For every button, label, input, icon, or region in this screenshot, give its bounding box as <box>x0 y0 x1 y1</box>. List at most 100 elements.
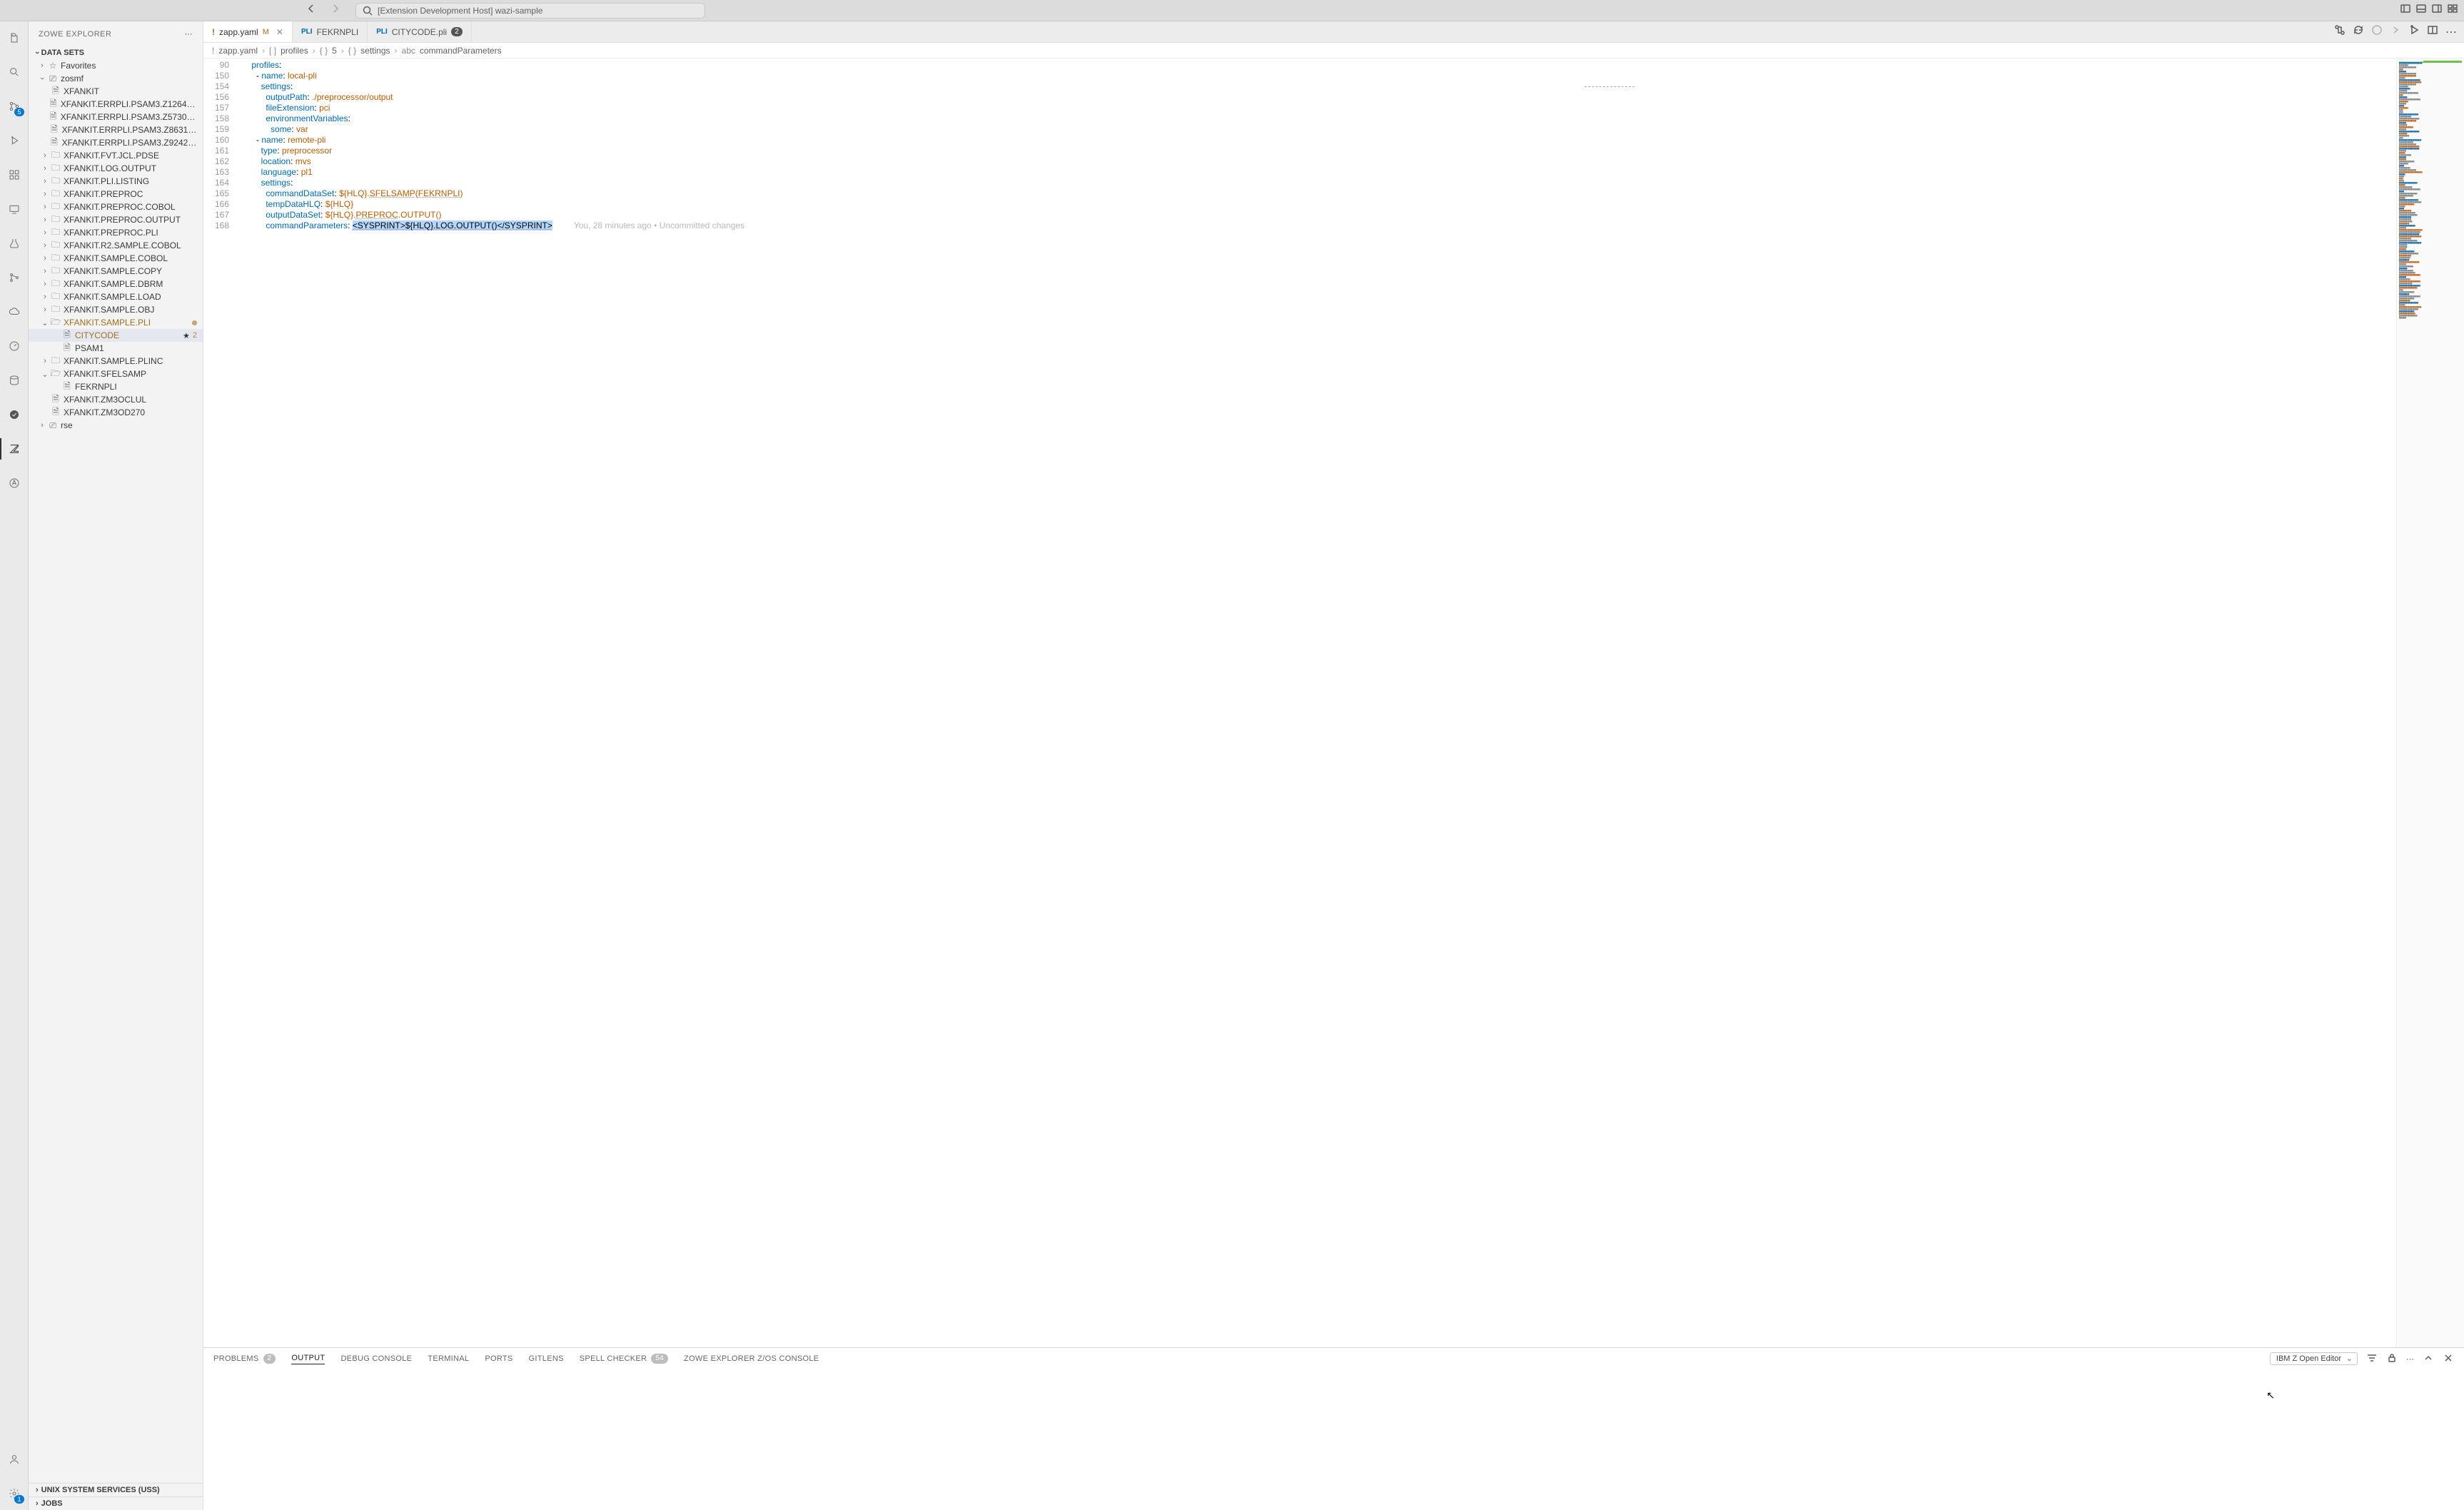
tree-item[interactable]: ⌄🗁XFANKIT.SAMPLE.PLI <box>29 316 203 329</box>
activity-testing-icon[interactable] <box>0 233 29 254</box>
editor-tab[interactable]: PLICITYCODE.pli2 <box>368 21 471 42</box>
tree-item[interactable]: 🗎XFANKIT.ERRPLI.PSAM3.Z924287... <box>29 136 203 149</box>
tree-item[interactable]: ›🗀XFANKIT.PREPROC.COBOL <box>29 201 203 213</box>
breadcrumb-item[interactable]: commandParameters <box>420 46 502 56</box>
tree-item[interactable]: ›🗀XFANKIT.SAMPLE.OBJ <box>29 303 203 316</box>
layout-bottom-icon[interactable] <box>2415 3 2427 18</box>
debug-run-icon[interactable] <box>2408 24 2420 39</box>
panel-tab-ports[interactable]: PORTS <box>485 1354 513 1363</box>
output-body[interactable]: ↖ <box>203 1369 2464 1510</box>
tree-item[interactable]: ›🗀XFANKIT.PREPROC.PLI <box>29 226 203 239</box>
breadcrumb-item[interactable]: zapp.yaml <box>218 46 258 56</box>
tree-item[interactable]: ›🗀XFANKIT.LOG.OUTPUT <box>29 162 203 175</box>
layout-right-icon[interactable] <box>2431 3 2443 18</box>
panel-tab-terminal[interactable]: TERMINAL <box>428 1354 469 1363</box>
lock-icon[interactable] <box>2386 1352 2398 1366</box>
tree-item[interactable]: 🗎XFANKIT.ZM3OD270 <box>29 406 203 419</box>
close-icon[interactable]: ✕ <box>276 27 283 37</box>
activity-extensions-icon[interactable] <box>0 164 29 186</box>
chevron-right-icon <box>36 1486 39 1494</box>
editor-tab[interactable]: !zapp.yamlM✕ <box>203 21 293 42</box>
layout-customize-icon[interactable] <box>2447 3 2458 18</box>
activity-db-icon[interactable] <box>0 370 29 391</box>
close-panel-icon[interactable] <box>2443 1352 2454 1366</box>
toggle-changes-icon[interactable] <box>2353 24 2364 39</box>
activity-search-icon[interactable] <box>0 61 29 83</box>
tab-more-icon[interactable]: ⋯ <box>2445 25 2457 39</box>
breadcrumb-item[interactable]: settings <box>360 46 390 56</box>
filter-icon[interactable] <box>2366 1352 2378 1366</box>
command-center[interactable]: [Extension Development Host] wazi-sample <box>355 3 705 19</box>
tree-item[interactable]: ›🗀XFANKIT.FVT.JCL.PDSE <box>29 149 203 162</box>
panel-tab-debug[interactable]: DEBUG CONSOLE <box>340 1354 412 1363</box>
tree-item[interactable]: ›🗀XFANKIT.SAMPLE.COPY <box>29 265 203 278</box>
profile-icon: ⎚ <box>47 420 59 431</box>
folder-open-icon: 🗁 <box>50 315 61 330</box>
section-jobs[interactable]: JOBS <box>29 1496 203 1510</box>
maximize-panel-icon[interactable] <box>2423 1352 2434 1366</box>
tree-item[interactable]: 🗎FEKRNPLI <box>29 380 203 393</box>
activity-git-graph-icon[interactable] <box>0 267 29 288</box>
tree-favorites[interactable]: › ☆ Favorites <box>29 59 203 72</box>
tree-item[interactable]: ›🗀XFANKIT.PREPROC <box>29 188 203 201</box>
tree-item[interactable]: 🗎XFANKIT.ERRPLI.PSAM3.Z863183... <box>29 123 203 136</box>
activity-cloud-icon[interactable] <box>0 301 29 323</box>
tree-item[interactable]: 🗎XFANKIT.ERRPLI.PSAM3.Z573011.X... <box>29 111 203 123</box>
activity-zowe-icon[interactable] <box>0 438 29 460</box>
tree-profile[interactable]: ⎚ zosmf <box>29 72 203 85</box>
tree-item[interactable]: ›🗀XFANKIT.SAMPLE.DBRM <box>29 278 203 290</box>
sidebar-more-icon[interactable]: ⋯ <box>185 29 193 39</box>
tree-item[interactable]: 🗎PSAM1 <box>29 342 203 355</box>
activity-check-icon[interactable] <box>0 404 29 425</box>
editor[interactable]: 90 profiles:150 - name: local-pli154 set… <box>203 59 2396 1347</box>
activity-a-icon[interactable] <box>0 472 29 494</box>
panel-tab-spell[interactable]: SPELL CHECKER 54 <box>580 1354 668 1364</box>
tree-item[interactable]: ›🗀XFANKIT.SAMPLE.LOAD <box>29 290 203 303</box>
activity-settings-icon[interactable]: 1 <box>0 1483 29 1504</box>
section-datasets[interactable]: DATA SETS <box>29 46 203 59</box>
datasets-tree: › ☆ Favorites ⎚ zosmf 🗎XFANKIT🗎XFANKIT.E… <box>29 59 203 1483</box>
tree-item[interactable]: ›🗀XFANKIT.R2.SAMPLE.COBOL <box>29 239 203 252</box>
panel-tab-problems[interactable]: PROBLEMS 2 <box>213 1354 276 1364</box>
layout-left-icon[interactable] <box>2400 3 2411 18</box>
minimap[interactable]: ████████████████████████████████████████… <box>2396 59 2464 1347</box>
activity-debug-icon[interactable] <box>0 130 29 151</box>
folder-open-icon: 🗁 <box>50 367 61 382</box>
tree-item[interactable]: ›🗀XFANKIT.SAMPLE.PLINC <box>29 355 203 368</box>
tree-item[interactable]: ›🗀XFANKIT.SAMPLE.COBOL <box>29 252 203 265</box>
output-channel-select[interactable]: IBM Z Open Editor <box>2270 1352 2358 1365</box>
split-editor-icon[interactable] <box>2427 24 2438 39</box>
next-icon[interactable] <box>2390 24 2401 39</box>
activity-dashboard-icon[interactable] <box>0 335 29 357</box>
nav-back-icon[interactable] <box>306 3 317 18</box>
tree-item[interactable]: ⌄🗁XFANKIT.SFELSAMP <box>29 368 203 380</box>
tree-rse[interactable]: › ⎚ rse <box>29 419 203 432</box>
panel-more-icon[interactable]: ⋯ <box>2406 1354 2414 1364</box>
panel-tab-output[interactable]: OUTPUT <box>291 1354 325 1364</box>
run-icon[interactable] <box>2371 24 2383 39</box>
panel-tab-zowe-console[interactable]: ZOWE EXPLORER Z/OS CONSOLE <box>684 1354 819 1363</box>
activity-explorer-icon[interactable] <box>0 27 29 49</box>
nav-forward-icon[interactable] <box>330 3 341 18</box>
profile-icon: ⎚ <box>47 74 59 84</box>
tree-item[interactable]: 🗎XFANKIT.ZM3OCLUL <box>29 393 203 406</box>
tree-item[interactable]: ›🗀XFANKIT.PLI.LISTING <box>29 175 203 188</box>
section-uss[interactable]: UNIX SYSTEM SERVICES (USS) <box>29 1483 203 1496</box>
breadcrumb-icon: ! <box>212 46 214 56</box>
tree-item[interactable]: ›🗀XFANKIT.PREPROC.OUTPUT <box>29 213 203 226</box>
activity-account-icon[interactable] <box>0 1449 29 1470</box>
editor-tab[interactable]: PLIFEKRNPLI <box>293 21 368 42</box>
member-icon: 🗎 <box>61 380 73 395</box>
tree-item[interactable]: 🗎CITYCODE★ 2 <box>29 329 203 342</box>
git-compare-icon[interactable] <box>2334 24 2346 39</box>
panel-tab-gitlens[interactable]: GITLENS <box>529 1354 564 1363</box>
activity-scm-icon[interactable]: 5 <box>0 96 29 117</box>
tree-item[interactable]: 🗎XFANKIT.ERRPLI.PSAM3.Z126411.X... <box>29 98 203 111</box>
tree-item[interactable]: 🗎XFANKIT <box>29 85 203 98</box>
chevron-down-icon <box>36 49 39 57</box>
activity-remote-icon[interactable] <box>0 198 29 220</box>
breadcrumb-item[interactable]: 5 <box>332 46 337 56</box>
modified-indicator: M <box>263 28 269 36</box>
breadcrumb-item[interactable]: profiles <box>281 46 308 56</box>
breadcrumbs[interactable]: !zapp.yaml›[ ]profiles›{ }5›{ }settings›… <box>203 43 2464 59</box>
